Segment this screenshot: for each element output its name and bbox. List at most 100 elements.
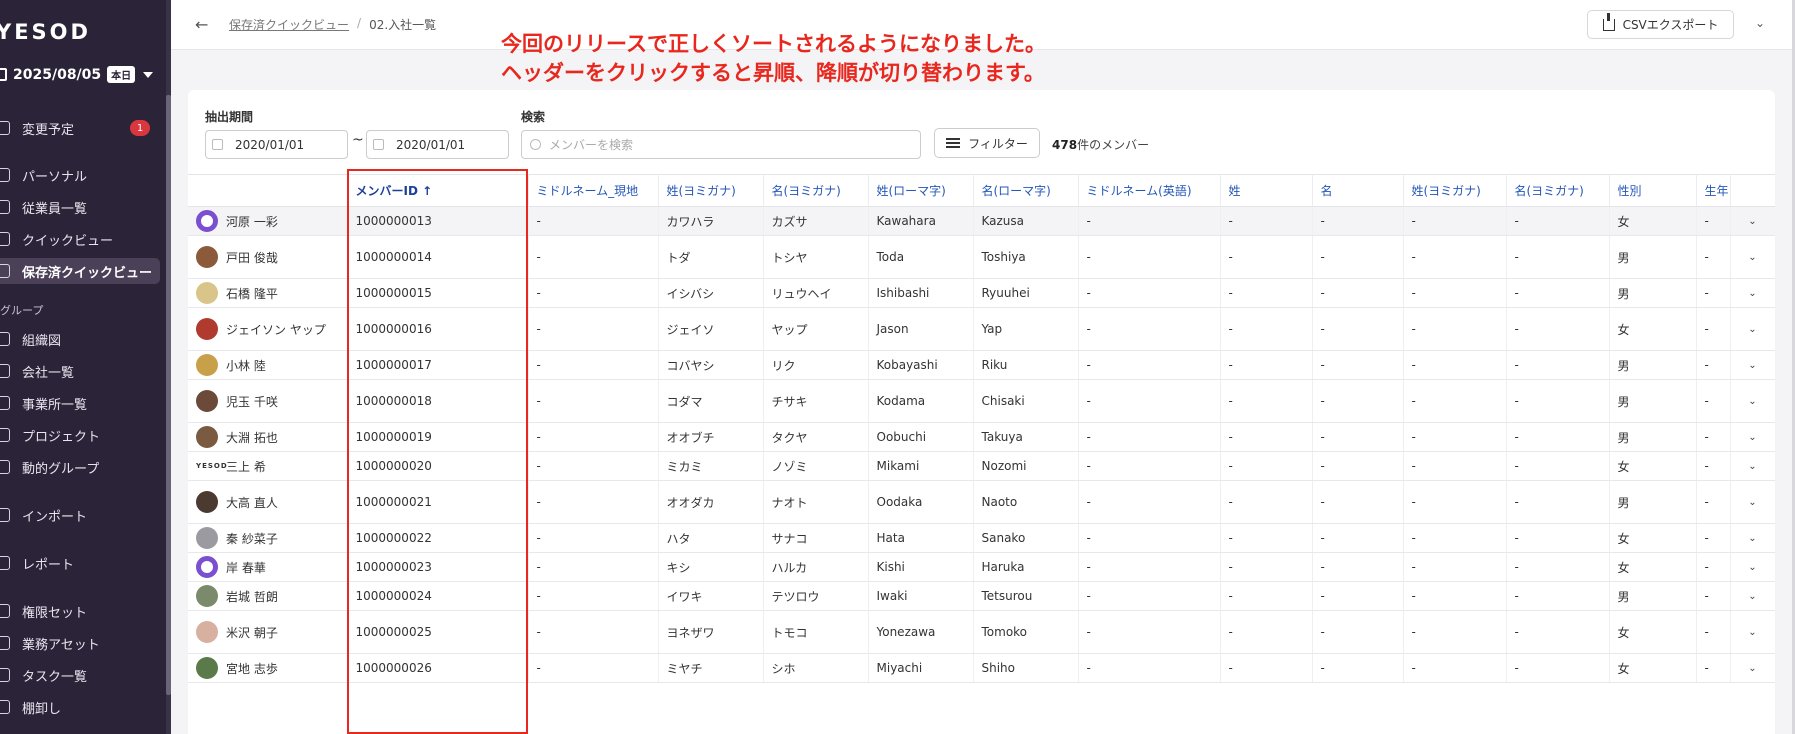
expand-row-icon[interactable]: ⌄ xyxy=(1730,653,1775,683)
expand-row-icon[interactable]: ⌄ xyxy=(1730,278,1775,308)
column-header-member-id[interactable]: メンバーID ↑ xyxy=(347,174,529,207)
sidebar-scrollbar-thumb[interactable] xyxy=(166,95,171,695)
expand-row-icon[interactable]: ⌄ xyxy=(1730,552,1775,582)
column-header[interactable]: 名 xyxy=(1312,174,1404,207)
column-header[interactable]: 姓(ヨミガナ) xyxy=(1403,174,1507,207)
table-cell: リク xyxy=(763,350,869,380)
table-row[interactable]: 宮地 志歩 1000000026- ミヤチ シホ Miyachi Shiho - - - - - 女 -… xyxy=(188,653,1775,683)
sidebar-item-tasks[interactable]: タスク一覧 xyxy=(0,662,160,688)
sidebar-item-dynamic-groups[interactable]: 動的グループ xyxy=(0,454,160,480)
chevron-down-icon[interactable]: ⌄ xyxy=(1755,16,1765,30)
column-header[interactable]: 姓(ヨミガナ) xyxy=(658,174,764,207)
member-name[interactable]: 米沢 朝子 xyxy=(226,624,278,641)
expand-row-icon[interactable]: ⌄ xyxy=(1730,581,1775,611)
member-name[interactable]: 大高 直人 xyxy=(226,494,278,511)
date-to-input[interactable]: 2020/01/01 xyxy=(366,130,509,159)
sidebar-item-projects[interactable]: プロジェクト xyxy=(0,422,160,448)
sidebar-item-inventory[interactable]: 棚卸し xyxy=(0,694,160,720)
sidebar-item-reports[interactable]: レポート xyxy=(0,550,160,576)
sidebar-item-personal[interactable]: パーソナル xyxy=(0,162,160,188)
member-name[interactable]: 岸 春華 xyxy=(226,559,266,576)
member-name-wrapper: 宮地 志歩 xyxy=(196,657,346,679)
member-name-wrapper: 岩城 哲朗 xyxy=(196,585,346,607)
member-name[interactable]: 大淵 拓也 xyxy=(226,429,278,446)
column-header[interactable]: 姓 xyxy=(1220,174,1313,207)
date-from-input[interactable]: 2020/01/01 xyxy=(205,130,348,159)
column-header[interactable]: ミドルネーム(英語) xyxy=(1078,174,1221,207)
member-name[interactable]: 宮地 志歩 xyxy=(226,660,278,677)
expand-row-icon[interactable]: ⌄ xyxy=(1730,235,1775,279)
expand-row-icon[interactable]: ⌄ xyxy=(1730,350,1775,380)
date-selector[interactable]: 2025/08/05 本日 xyxy=(0,66,154,83)
search-input[interactable]: メンバーを検索 xyxy=(521,130,921,159)
member-name[interactable]: 児玉 千咲 xyxy=(226,393,278,410)
breadcrumb-link[interactable]: 保存済クイックビュー xyxy=(229,16,349,33)
table-row[interactable]: 岩城 哲朗 1000000024- イワキ テツロウ Iwaki Tetsurou - - - -… xyxy=(188,581,1775,611)
table-row[interactable]: 児玉 千咲 1000000018- コダマ チサキ Kodama Chisaki - - - - -… xyxy=(188,379,1775,423)
expand-row-icon[interactable]: ⌄ xyxy=(1730,523,1775,553)
member-name-wrapper: 秦 紗菜子 xyxy=(196,527,346,549)
member-name[interactable]: 河原 一彩 xyxy=(226,213,278,230)
column-header[interactable]: 名(ヨミガナ) xyxy=(763,174,869,207)
table-cell: カワハラ xyxy=(658,206,764,236)
member-name[interactable]: 石橋 隆平 xyxy=(226,285,278,302)
sidebar-item-saved-quickview[interactable]: 保存済クイックビュー xyxy=(0,258,160,284)
column-header[interactable]: 名(ヨミガナ) xyxy=(1506,174,1610,207)
avatar xyxy=(196,527,218,549)
column-header[interactable]: 生年 xyxy=(1696,174,1731,207)
sidebar-item-business-assets[interactable]: 業務アセット xyxy=(0,630,160,656)
table-cell: - xyxy=(1078,379,1221,423)
table-row[interactable]: 石橋 隆平 1000000015- イシバシ リュウヘイ Ishibashi Ryuuhe… xyxy=(188,278,1775,308)
back-arrow-icon[interactable]: ← xyxy=(195,15,208,34)
member-name[interactable]: 秦 紗菜子 xyxy=(226,530,278,547)
table-cell: ナオト xyxy=(763,480,869,524)
table-row[interactable]: YESOD 三上 希 1000000020- ミカミ ノゾミ Mikami Nozomi - -… xyxy=(188,451,1775,481)
expand-row-icon[interactable]: ⌄ xyxy=(1730,206,1775,236)
table-row[interactable]: 小林 陸 1000000017- コバヤシ リク Kobayashi Riku - - - - - 男… xyxy=(188,350,1775,380)
table-row[interactable]: 岸 春華 1000000023- キシ ハルカ Kishi Haruka - - - - - 女 - ⌄ xyxy=(188,552,1775,582)
expand-row-icon[interactable]: ⌄ xyxy=(1730,451,1775,481)
table-row[interactable]: ジェイソン ヤップ 1000000016- ジェイソ ヤップ Jason Yap - - - - -… xyxy=(188,307,1775,351)
table-row[interactable]: 米沢 朝子 1000000025- ヨネザワ トモコ Yonezawa Tomoko - - -… xyxy=(188,610,1775,654)
csv-export-button[interactable]: CSVエクスポート xyxy=(1587,10,1734,39)
column-header[interactable]: 名(ローマ字) xyxy=(973,174,1079,207)
member-name[interactable]: 戸田 俊哉 xyxy=(226,249,278,266)
sidebar-item-import[interactable]: インポート xyxy=(0,502,160,528)
avatar xyxy=(196,426,218,448)
table-cell: - xyxy=(528,307,659,351)
expand-row-icon[interactable]: ⌄ xyxy=(1730,307,1775,351)
sidebar-item-permission-sets[interactable]: 権限セット xyxy=(0,598,160,624)
column-header[interactable]: 性別 xyxy=(1609,174,1697,207)
sidebar-item-label: クイックビュー xyxy=(22,233,114,249)
table-cell: Toshiya xyxy=(973,235,1079,279)
column-header[interactable]: ミドルネーム_現地 xyxy=(528,174,659,207)
sidebar-item-quickview[interactable]: クイックビュー xyxy=(0,226,160,252)
column-header[interactable]: 姓(ローマ字) xyxy=(868,174,974,207)
expand-row-icon[interactable]: ⌄ xyxy=(1730,379,1775,423)
expand-row-icon[interactable]: ⌄ xyxy=(1730,610,1775,654)
sidebar-item-offices[interactable]: 事業所一覧 xyxy=(0,390,160,416)
table-row[interactable]: 秦 紗菜子 1000000022- ハタ サナコ Hata Sanako - - - - - 女 - ⌄ xyxy=(188,523,1775,553)
table-cell: ハタ xyxy=(658,523,764,553)
member-name[interactable]: 岩城 哲朗 xyxy=(226,588,278,605)
sidebar-item-employees[interactable]: 従業員一覧 xyxy=(0,194,160,220)
sidebar-scrollbar[interactable] xyxy=(166,0,171,734)
member-name[interactable]: 三上 希 xyxy=(226,458,266,475)
table-cell: - xyxy=(1078,610,1221,654)
filter-button[interactable]: フィルター xyxy=(934,128,1040,158)
table-row[interactable]: 大高 直人 1000000021- オオダカ ナオト Oodaka Naoto - - - - - 男… xyxy=(188,480,1775,524)
sidebar-item-org-chart[interactable]: 組織図 xyxy=(0,326,160,352)
table-cell: - xyxy=(1403,451,1507,481)
expand-row-icon[interactable]: ⌄ xyxy=(1730,422,1775,452)
member-name[interactable]: 小林 陸 xyxy=(226,357,266,374)
table-row[interactable]: 戸田 俊哉 1000000014- トダ トシヤ Toda Toshiya - - - - - 男 - ⌄ xyxy=(188,235,1775,279)
member-id-cell: 1000000024 xyxy=(347,581,529,611)
member-name[interactable]: ジェイソン ヤップ xyxy=(226,321,326,338)
table-row[interactable]: 河原 一彩 1000000013- カワハラ カズサ Kawahara Kazusa - - -… xyxy=(188,206,1775,236)
sidebar-item-companies[interactable]: 会社一覧 xyxy=(0,358,160,384)
member-name-cell: 大高 直人 xyxy=(188,480,348,524)
member-name-cell: YESOD 三上 希 xyxy=(188,451,348,481)
sidebar-item-changes[interactable]: 変更予定 1 xyxy=(0,115,160,141)
expand-row-icon[interactable]: ⌄ xyxy=(1730,480,1775,524)
table-row[interactable]: 大淵 拓也 1000000019- オオブチ タクヤ Oobuchi Takuya - - - -… xyxy=(188,422,1775,452)
